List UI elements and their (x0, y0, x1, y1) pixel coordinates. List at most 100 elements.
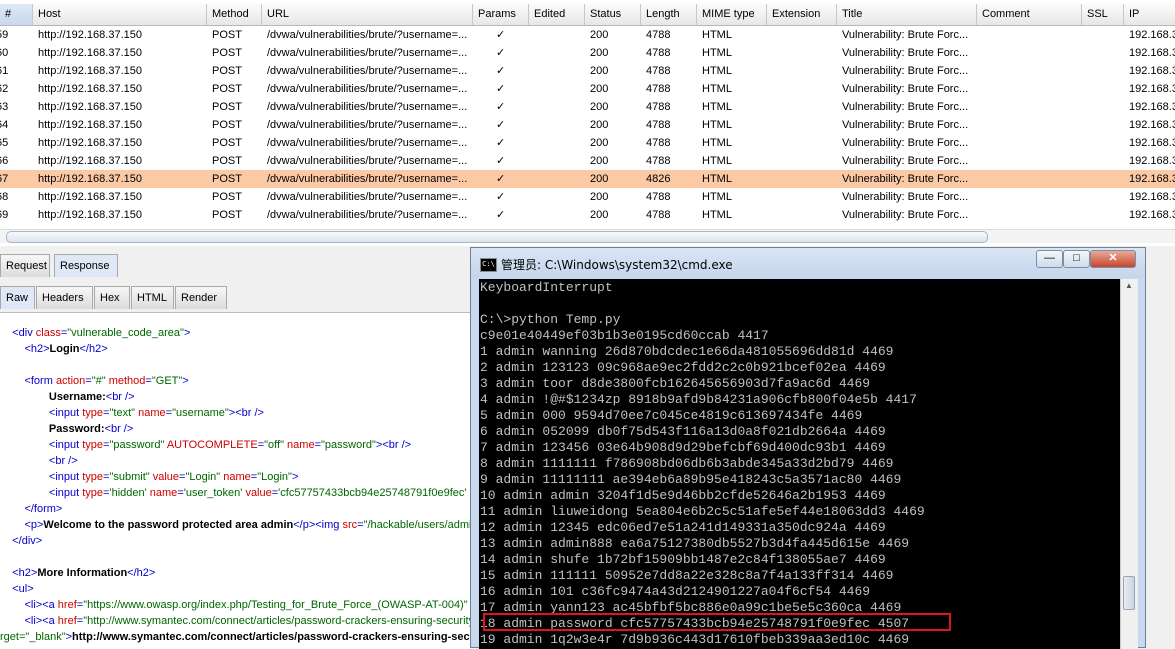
column-header-ip[interactable]: IP (1124, 4, 1175, 25)
cell-length: 4788 (646, 83, 671, 95)
cell-num: 66 (0, 155, 9, 167)
console-line: 13 admin admin888 ea6a75127380db5527b3d4… (480, 536, 910, 551)
code-token: "http://www.symantec.com/connect/article… (83, 615, 470, 627)
table-row[interactable]: 63 http://192.168.37.150 POST/dvwa/vulnera… (0, 98, 1175, 116)
minimize-button[interactable]: — (1036, 250, 1063, 268)
code-line: <br /> (0, 453, 470, 469)
cell-host: http://192.168.37.150 (38, 155, 142, 167)
code-token: <br /> (48, 455, 78, 467)
code-line: <p>Welcome to the password protected are… (0, 517, 470, 533)
cell-length: 4788 (646, 209, 671, 221)
console-output[interactable]: KeyboardInterrupt C:\>python Temp.py c9e0… (479, 279, 1120, 649)
cell-status: 200 (590, 155, 609, 167)
code-token: </div> (12, 535, 43, 547)
table-row[interactable]: 60 http://192.168.37.150 POST/dvwa/vulnera… (0, 44, 1175, 62)
table-row[interactable]: 62 http://192.168.37.150 POST/dvwa/vulnera… (0, 80, 1175, 98)
close-button[interactable]: ✕ (1090, 250, 1136, 268)
code-token: <br /> (105, 391, 135, 403)
code-token: "vulnerable_code_area" (67, 327, 184, 339)
cmd-window-title: 管理员: C:\Windows\system32\cmd.exe (501, 258, 733, 272)
cell-params: ✓ (496, 83, 506, 95)
code-token: <li><a (24, 599, 58, 611)
code-token: > (182, 375, 189, 387)
code-token: Password: (48, 423, 105, 435)
scrollbar-thumb[interactable] (6, 231, 988, 243)
column-header-url[interactable]: URL (262, 4, 473, 25)
code-token: <p> (24, 519, 44, 531)
column-header-params[interactable]: Params (473, 4, 529, 25)
tab-html[interactable]: HTML (131, 286, 174, 309)
code-token: "submit" (109, 471, 153, 483)
code-token: "/hackable/users/admin.jpg" (363, 519, 470, 531)
cell-title: Vulnerability: Brute Forc... (842, 29, 969, 41)
code-token: Username: (48, 391, 106, 403)
tab-hex[interactable]: Hex (94, 286, 130, 309)
cell-method: POST (212, 173, 242, 185)
cell-ip: 192.168.3 (1129, 101, 1175, 113)
code-line: </form> (0, 501, 470, 517)
cell-url: /dvwa/vulnerabilities/brute/?username=..… (267, 29, 468, 41)
table-row[interactable]: 68 http://192.168.37.150 POST/dvwa/vulnera… (0, 188, 1175, 206)
cell-mime: HTML (702, 137, 732, 149)
cell-params: ✓ (496, 155, 506, 167)
cell-ip: 192.168.3 (1129, 209, 1175, 221)
code-line: <li><a href="https://www.owasp.org/index… (0, 597, 470, 613)
column-header-title[interactable]: Title (837, 4, 977, 25)
tab-raw[interactable]: Raw (0, 286, 35, 309)
column-header-mime[interactable]: MIME type (697, 4, 767, 25)
code-token: type (82, 471, 104, 483)
cmd-title-bar[interactable]: C:\ 管理员: C:\Windows\system32\cmd.exe — □… (471, 248, 1145, 278)
code-token: "#" (91, 375, 109, 387)
tab-request[interactable]: Request (0, 254, 50, 277)
code-line: <input type="text" name="username"><br /… (0, 405, 470, 421)
cell-url: /dvwa/vulnerabilities/brute/?username=..… (267, 155, 468, 167)
table-row[interactable]: 64 http://192.168.37.150 POST/dvwa/vulnera… (0, 116, 1175, 134)
column-header-length[interactable]: Length (641, 4, 697, 25)
console-vertical-scrollbar[interactable]: ▲ (1120, 279, 1138, 649)
cell-host: http://192.168.37.150 (38, 119, 142, 131)
column-header-edited[interactable]: Edited (529, 4, 585, 25)
column-header-status[interactable]: Status (585, 4, 641, 25)
tab-headers[interactable]: Headers (36, 286, 93, 309)
table-row[interactable]: 65 http://192.168.37.150 POST/dvwa/vulnera… (0, 134, 1175, 152)
column-header-ssl[interactable]: SSL (1082, 4, 1124, 25)
cell-host: http://192.168.37.150 (38, 191, 142, 203)
tab-render[interactable]: Render (175, 286, 227, 309)
column-header-method[interactable]: Method (207, 4, 262, 25)
code-token: 'hidden' (109, 487, 150, 499)
proxy-history-table: # Host Method URL Params Edited Status Length MI… (0, 0, 1175, 246)
column-header-host[interactable]: Host (33, 4, 207, 25)
console-line: 11 admin liuweidong 5ea804e6b2c5c51afe5e… (480, 504, 925, 519)
cell-method: POST (212, 155, 242, 167)
table-row[interactable]: 66 http://192.168.37.150 POST/dvwa/vulnera… (0, 152, 1175, 170)
tab-response[interactable]: Response (54, 254, 118, 277)
maximize-button[interactable]: □ (1063, 250, 1090, 268)
cell-length: 4788 (646, 191, 671, 203)
cell-num: 65 (0, 137, 9, 149)
column-header-comment[interactable]: Comment (977, 4, 1082, 25)
cell-method: POST (212, 65, 242, 77)
cell-ip: 192.168.3 (1129, 119, 1175, 131)
scroll-up-arrow-icon[interactable]: ▲ (1123, 281, 1135, 293)
console-scrollbar-thumb[interactable] (1123, 576, 1135, 610)
horizontal-scrollbar[interactable] (0, 229, 1175, 243)
column-header-num[interactable]: # (0, 4, 33, 25)
cell-title: Vulnerability: Brute Forc... (842, 65, 969, 77)
code-token: 'user_token' (183, 487, 246, 499)
table-row-selected[interactable]: 67 http://192.168.37.150 POST/dvwa/vulnera… (0, 170, 1175, 188)
table-row[interactable]: 69 http://192.168.37.150 POST/dvwa/vulnera… (0, 206, 1175, 224)
table-row[interactable]: 59 http://192.168.37.150 POST/dvwa/vulnera… (0, 26, 1175, 44)
response-raw-view[interactable]: <div class="vulnerable_code_area"> <h2>L… (0, 312, 470, 649)
column-header-ext[interactable]: Extension (767, 4, 837, 25)
console-line: 5 admin 000 9594d70ee7c045ce4819c6136974… (480, 408, 863, 423)
cell-mime: HTML (702, 47, 732, 59)
code-token: name (223, 471, 251, 483)
code-token: Login (49, 343, 80, 355)
table-row[interactable]: 61 http://192.168.37.150 POST/dvwa/vulnera… (0, 62, 1175, 80)
cell-status: 200 (590, 101, 609, 113)
code-line: <li><a href="http://www.symantec.com/con… (0, 613, 470, 629)
cell-num: 62 (0, 83, 9, 95)
